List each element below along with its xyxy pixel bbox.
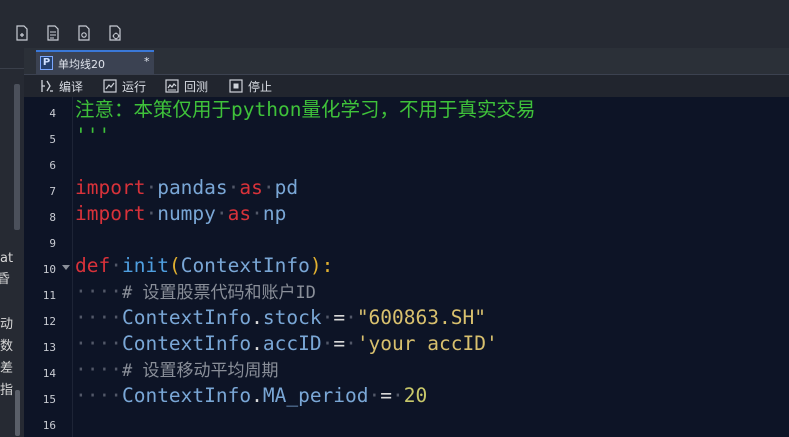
line-number: 12: [42, 315, 56, 328]
line-number: 10: [42, 263, 56, 276]
stop-icon: [229, 79, 243, 93]
attribute-name: MA_period: [262, 384, 369, 407]
line-number: 9: [49, 237, 56, 250]
code-line-10: def·init(ContextInfo):: [75, 254, 334, 277]
document-gear-icon[interactable]: [107, 25, 123, 41]
object-name: ContextInfo: [121, 306, 252, 329]
module-name: pandas: [157, 176, 228, 199]
object-name: ContextInfo: [121, 332, 252, 355]
line-number: 15: [42, 393, 56, 406]
code-line-12: ····ContextInfo.stock·=·"600863.SH": [75, 306, 486, 329]
tab-label: 单均线20: [58, 58, 105, 71]
document-add-icon[interactable]: [14, 25, 30, 41]
attribute-name: accID: [262, 332, 322, 355]
assign-op: =: [333, 306, 346, 329]
compile-icon: [41, 80, 53, 92]
compile-label: 编译: [59, 79, 84, 94]
param-name: ContextInfo: [180, 254, 310, 277]
panel-label: 数: [0, 339, 14, 354]
module-alias: pd: [274, 176, 299, 199]
top-toolbar: [0, 0, 789, 48]
line-number: 6: [49, 159, 56, 172]
assign-op: =: [333, 332, 346, 355]
left-side-panel: at 昏 动 数 差 指: [0, 48, 25, 437]
run-icon: [103, 79, 117, 93]
panel-scrollbar-lower[interactable]: [15, 390, 20, 436]
object-name: ContextInfo: [121, 384, 252, 407]
tab-single-ma-20[interactable]: P 单均线20 *: [36, 50, 154, 74]
editor-toolbar: 编译 运行 回测 停止: [24, 75, 789, 97]
function-name: init: [121, 254, 169, 277]
panel-label: 昏: [0, 272, 11, 287]
line-number: 7: [49, 185, 56, 198]
keyword-import: import: [75, 202, 146, 225]
panel-scrollbar[interactable]: [14, 84, 20, 230]
python-file-icon: P: [40, 56, 53, 70]
line-number: 5: [49, 133, 56, 146]
module-alias: np: [262, 202, 287, 225]
string-literal: "600863.SH": [356, 306, 486, 329]
code-comment: # 设置股票代码和账户ID: [121, 283, 316, 303]
keyword-def: def: [75, 254, 111, 277]
keyword-as: as: [239, 176, 263, 199]
assign-op: =: [380, 384, 393, 407]
line-number: 8: [49, 211, 56, 224]
keyword-import: import: [75, 176, 146, 199]
line-number-gutter: 4 5 6 7 8 9 10 11 12 13 14 15 16: [24, 97, 73, 437]
code-editor[interactable]: 4 5 6 7 8 9 10 11 12 13 14 15 16 注意：本策仅用…: [24, 97, 789, 437]
panel-label: 动: [0, 317, 14, 332]
paren-close: ):: [309, 254, 334, 277]
module-name: numpy: [157, 202, 216, 225]
backtest-label: 回测: [184, 79, 209, 94]
fold-toggle-icon[interactable]: [62, 265, 70, 270]
code-line-13: ····ContextInfo.accID·=·'your accID': [75, 332, 498, 355]
tab-modified-indicator: *: [144, 55, 150, 68]
docstring-end: ''': [75, 124, 111, 147]
run-button[interactable]: 运行: [103, 77, 146, 95]
paren-open: (: [168, 254, 181, 277]
compile-button[interactable]: 编译: [40, 77, 83, 95]
run-label: 运行: [122, 79, 147, 94]
keyword-as: as: [227, 202, 252, 225]
line-number: 16: [42, 419, 56, 432]
line-number: 11: [42, 289, 56, 302]
docstring-text: 注意：本策仅用于python量化学习，不用于真实交易: [75, 98, 536, 121]
code-line-11: ····# 设置股票代码和账户ID: [75, 280, 316, 303]
document-settings-icon[interactable]: [76, 25, 92, 41]
stop-label: 停止: [248, 79, 273, 94]
line-number: 4: [49, 107, 56, 120]
code-line-14: ····# 设置移动平均周期: [75, 358, 279, 381]
document-edit-icon[interactable]: [45, 25, 61, 41]
code-comment: # 设置移动平均周期: [121, 361, 279, 381]
panel-divider: [0, 68, 24, 69]
stop-button[interactable]: 停止: [229, 77, 272, 95]
panel-label: at: [0, 251, 14, 266]
code-line-4: 注意：本策仅用于python量化学习，不用于真实交易: [75, 97, 535, 123]
attribute-name: stock: [262, 306, 322, 329]
code-line-7: import·pandas·as·pd: [75, 176, 299, 199]
number-literal: 20: [403, 384, 428, 407]
panel-label: 指: [0, 383, 14, 398]
panel-label: 差: [0, 361, 14, 376]
line-number: 14: [42, 367, 56, 380]
backtest-button[interactable]: 回测: [165, 77, 208, 95]
line-number: 13: [42, 341, 56, 354]
editor-tab-bar: P 单均线20 *: [24, 48, 789, 75]
code-line-15: ····ContextInfo.MA_period·=·20: [75, 384, 428, 407]
string-literal: 'your accID': [356, 332, 498, 355]
backtest-icon: [165, 79, 179, 93]
code-line-5: ''': [75, 123, 110, 149]
code-line-8: import·numpy·as·np: [75, 202, 287, 225]
